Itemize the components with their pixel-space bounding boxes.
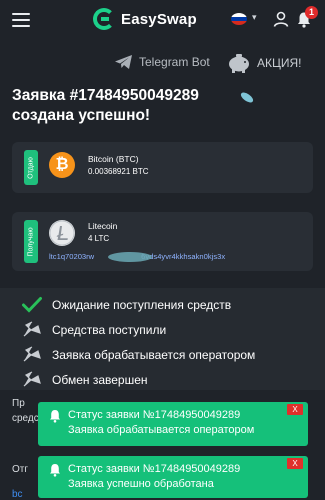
get-amount: 4 LTC — [88, 234, 110, 243]
get-side-badge: Получаю — [24, 220, 38, 263]
bitcoin-icon: ₿ — [49, 152, 75, 178]
info-text: Пр — [12, 398, 25, 409]
toast-message: Заявка успешно обработана — [68, 478, 214, 490]
redaction-mark — [239, 90, 255, 105]
telegram-icon — [115, 55, 132, 69]
status-toast[interactable]: Статус заявки №17484950049289 Заявка обр… — [38, 402, 308, 446]
give-coin-name: Bitcoin (BTC) — [88, 154, 139, 164]
toast-title: Статус заявки №17484950049289 — [68, 409, 241, 421]
telegram-bot-label: Telegram Bot — [139, 55, 210, 69]
give-card: Отдаю ₿ Bitcoin (BTC) 0.00368921 BTC — [12, 142, 313, 193]
language-flag-icon[interactable] — [231, 13, 247, 25]
toast-message: Заявка обрабатывается оператором — [68, 424, 255, 436]
app-header: EasySwap ▾ 1 — [0, 0, 325, 40]
hourglass-icon — [23, 371, 41, 387]
status-item: Обмен завершен — [22, 371, 148, 388]
status-item: Заявка обрабатывается оператором — [22, 346, 255, 363]
order-title: Заявка #17484950049289 создана успешно! — [12, 86, 199, 126]
bell-icon — [50, 464, 60, 477]
toast-title: Статус заявки №17484950049289 — [68, 463, 241, 475]
status-label: Ожидание поступления средств — [52, 297, 232, 312]
brand-name: EasySwap — [121, 10, 197, 28]
give-side-label: Отдаю — [27, 156, 35, 179]
give-amount: 0.00368921 BTC — [88, 167, 149, 176]
status-label: Средства поступили — [52, 322, 167, 337]
get-coin-name: Litecoin — [88, 221, 118, 231]
status-label: Заявка обрабатывается оператором — [52, 347, 256, 362]
close-button[interactable]: X — [287, 404, 303, 415]
piggy-bank-icon — [229, 54, 249, 73]
user-icon[interactable] — [273, 11, 289, 27]
bell-icon — [50, 410, 60, 423]
give-side-badge: Отдаю — [24, 150, 38, 185]
status-list: Ожидание поступления средств Средства по… — [0, 288, 325, 390]
menu-icon[interactable] — [12, 13, 30, 27]
notification-badge: 1 — [305, 6, 318, 19]
status-label: Обмен завершен — [52, 372, 148, 387]
status-item: Ожидание поступления средств — [22, 296, 231, 313]
address-redaction-mark — [108, 252, 152, 262]
info-text: Отг — [12, 464, 29, 475]
logo-icon — [93, 8, 115, 30]
info-link[interactable]: bc — [12, 489, 23, 500]
promo-link[interactable]: АКЦИЯ! — [226, 52, 302, 74]
get-side-label: Получаю — [27, 226, 35, 257]
litecoin-icon — [49, 220, 75, 246]
hourglass-icon — [23, 321, 41, 337]
checkmark-icon — [22, 297, 42, 313]
chevron-down-icon[interactable]: ▾ — [252, 12, 257, 23]
promo-row: Telegram Bot АКЦИЯ! — [0, 54, 325, 74]
get-card: Получаю Litecoin 4 LTC ltc1q70203rw 6vds4… — [12, 212, 313, 271]
address-start: ltc1q70203rw — [49, 252, 95, 261]
order-status-text: создана успешно! — [12, 107, 151, 124]
promo-label: АКЦИЯ! — [257, 56, 302, 70]
brand-logo[interactable]: EasySwap — [93, 8, 197, 30]
order-number: Заявка #17484950049289 — [12, 87, 199, 104]
telegram-bot-link[interactable]: Telegram Bot — [114, 54, 210, 70]
hourglass-icon — [23, 346, 41, 362]
close-button[interactable]: X — [287, 458, 303, 469]
status-toast[interactable]: Статус заявки №17484950049289 Заявка усп… — [38, 456, 308, 498]
address-end: 6vds4yvr4kkhsakn0kjs3x — [141, 252, 226, 261]
status-item: Средства поступили — [22, 321, 166, 338]
